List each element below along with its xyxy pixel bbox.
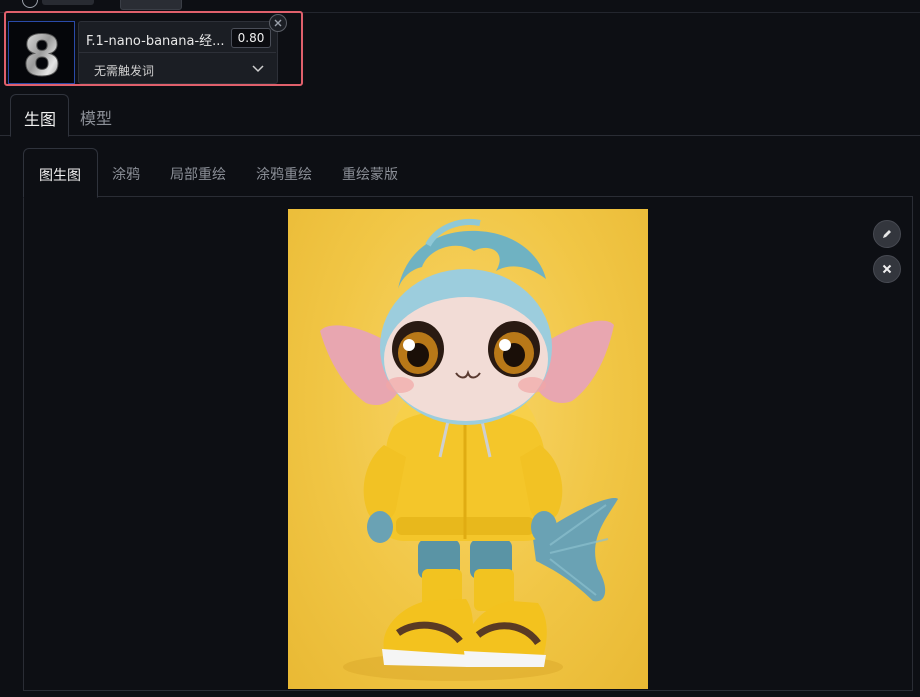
trigger-word-value: 无需触发词 (94, 64, 155, 78)
fish-character-illustration (320, 219, 618, 681)
tab-sketch[interactable]: 涂鸦 (112, 164, 140, 184)
tab-inpaint-sketch[interactable]: 涂鸦重绘 (256, 164, 312, 184)
chevron-down-icon[interactable] (250, 61, 266, 80)
tab-inpaint[interactable]: 局部重绘 (170, 164, 226, 184)
tab-generate[interactable]: 生图 (10, 94, 69, 137)
tab-img2img-label: 图生图 (39, 168, 81, 184)
remove-lora-icon[interactable] (269, 14, 287, 32)
sub-tabs-divider (96, 196, 912, 197)
clipped-button-group[interactable] (120, 0, 182, 10)
main-tabs-divider (0, 135, 920, 136)
lora-name: F.1-nano-banana-经... (86, 34, 225, 49)
close-icon[interactable] (873, 255, 901, 283)
clipped-label (42, 0, 94, 5)
input-image[interactable] (288, 209, 648, 689)
pencil-icon[interactable] (873, 220, 901, 248)
lora-thumbnail-image: 8 (22, 25, 62, 81)
tab-inpaint-upload[interactable]: 重绘蒙版 (342, 164, 398, 184)
tab-generate-label: 生图 (24, 110, 57, 129)
tab-img2img[interactable]: 图生图 (23, 148, 98, 198)
lora-weight-input[interactable]: 0.80 (231, 28, 271, 48)
tab-model[interactable]: 模型 (80, 105, 112, 129)
thumbnail-glyph: 8 (22, 25, 61, 81)
lora-thumbnail[interactable]: 8 (8, 21, 75, 84)
radio-icon[interactable] (22, 0, 38, 8)
